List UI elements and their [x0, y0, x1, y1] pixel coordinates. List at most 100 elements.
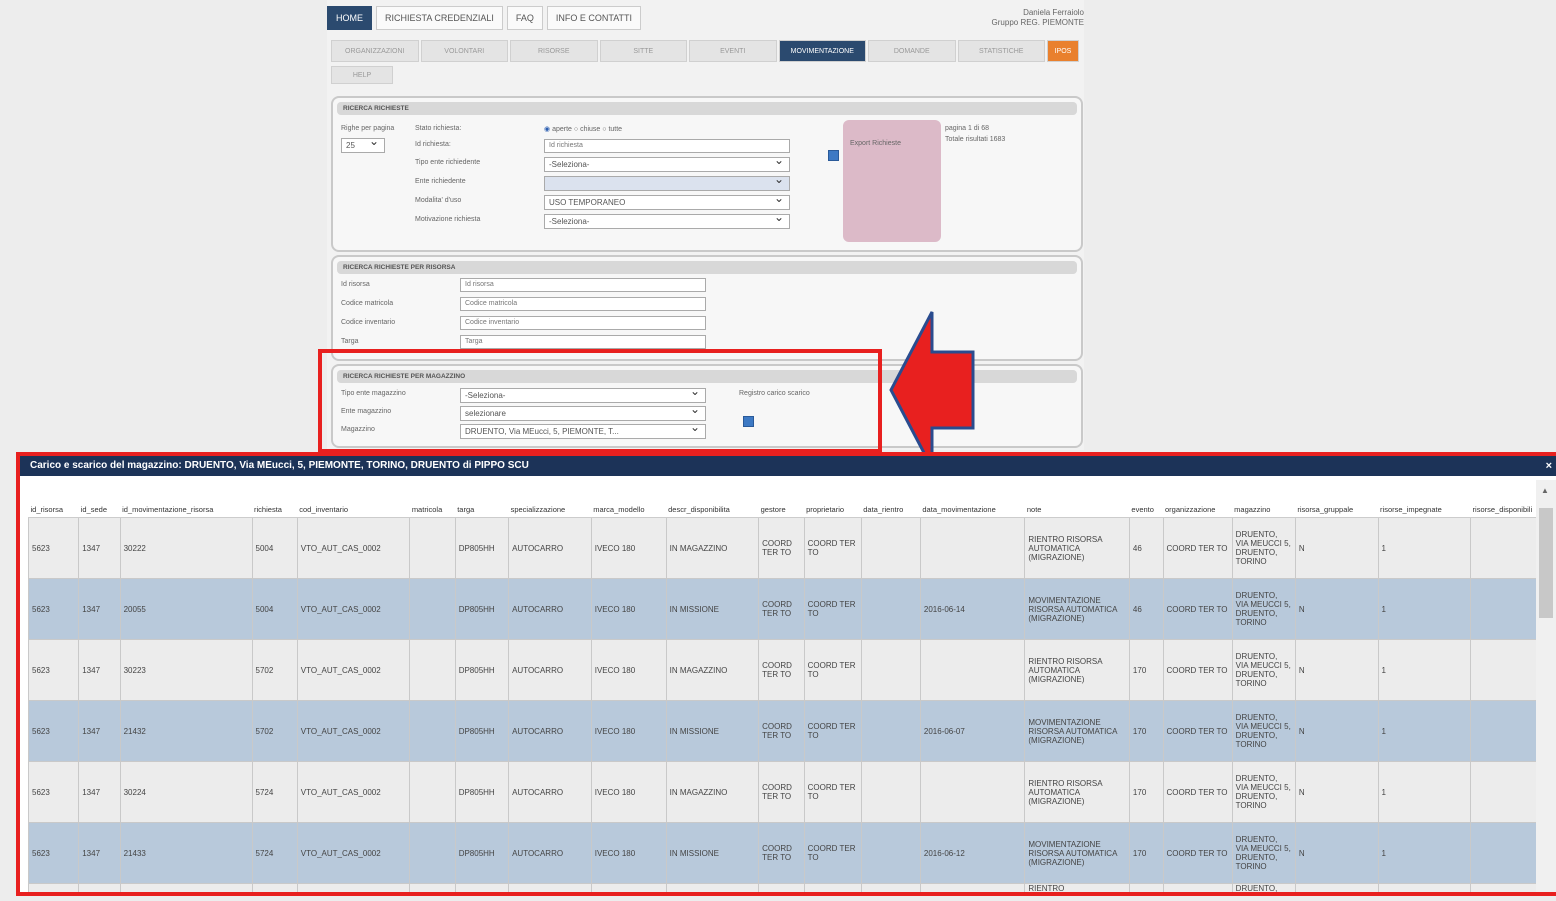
- tab-richiesta-credenziali[interactable]: RICHIESTA CREDENZIALI: [376, 6, 503, 30]
- table-cell: IN MISSIONE: [665, 700, 760, 762]
- table-cell: IVECO 180: [590, 578, 667, 640]
- table-cell: [119, 883, 253, 892]
- table-cell: [590, 883, 667, 892]
- pagina-info: pagina 1 di 68: [945, 125, 989, 132]
- table-row[interactable]: RIENTRO DRUENTO,: [27, 883, 1556, 892]
- table-cell: N: [1294, 639, 1379, 701]
- table-cell: MOVIMENTAZIONE RISORSA AUTOMATICA (MIGRA…: [1024, 700, 1130, 762]
- radio-tutte-icon[interactable]: ○: [602, 126, 606, 133]
- righe-select[interactable]: 25: [341, 135, 385, 153]
- table-cell: VTO_AUT_CAS_0002: [296, 578, 411, 640]
- table-cell: 2016-06-14: [919, 578, 1026, 640]
- export-button[interactable]: Export Richieste: [850, 140, 901, 147]
- subnav-eventi[interactable]: EVENTI: [689, 40, 777, 62]
- table-cell: VTO_AUT_CAS_0002: [296, 761, 411, 823]
- table-cell: IVECO 180: [590, 700, 667, 762]
- subnav-domande[interactable]: DOMANDE: [868, 40, 956, 62]
- table-row[interactable]: 5623 1347 30223 5702 VTO_AUT_CAS_0002 DP805HH…: [27, 639, 1556, 701]
- modalita-label: Modalita' d'uso: [415, 197, 462, 204]
- table-cell: COORD TER TO: [803, 822, 862, 884]
- table-cell: 21433: [119, 822, 253, 884]
- tipo-ente-select[interactable]: -Seleziona-: [544, 154, 790, 172]
- scrollbar-thumb[interactable]: [1539, 508, 1553, 618]
- ente-richiedente-label: Ente richiedente: [415, 178, 466, 185]
- table-cell: [508, 883, 592, 892]
- table-cell: DP805HH: [454, 822, 510, 884]
- tab-info-contatti[interactable]: INFO E CONTATTI: [546, 6, 642, 30]
- table-cell: [454, 883, 510, 892]
- table-row[interactable]: 5623 1347 20055 5004 VTO_AUT_CAS_0002 DP805HH…: [27, 578, 1556, 640]
- table-cell: COORD TER TO: [803, 517, 862, 579]
- radio-aperte-icon[interactable]: ◉: [544, 126, 550, 133]
- table-row[interactable]: 5623 1347 30224 5724 VTO_AUT_CAS_0002 DP805HH…: [27, 761, 1556, 823]
- subnav-risorse[interactable]: RISORSE: [510, 40, 598, 62]
- table-cell: COORD TER TO: [1162, 517, 1233, 579]
- table-cell: 5724: [251, 761, 298, 823]
- subnav-movimentazione[interactable]: MOVIMENTAZIONE: [778, 40, 866, 62]
- table-cell: 2016-06-07: [919, 700, 1026, 762]
- id-risorsa-input[interactable]: Id risorsa: [460, 278, 706, 292]
- modalita-select[interactable]: USO TEMPORANEO: [544, 192, 790, 210]
- radio-tutte-label: tutte: [608, 126, 623, 133]
- table-cell: COORD TER TO: [1162, 761, 1233, 823]
- motivazione-select[interactable]: -Seleziona-: [544, 211, 790, 229]
- subnav-sitte[interactable]: SITTE: [599, 40, 687, 62]
- table-cell: [251, 883, 298, 892]
- ente-richiedente-select[interactable]: [544, 173, 790, 191]
- table-cell: 170: [1128, 761, 1164, 823]
- table-row[interactable]: 5623 1347 21433 5724 VTO_AUT_CAS_0002 DP805HH…: [27, 822, 1556, 884]
- column-header-gestore: gestore: [758, 504, 805, 518]
- table-cell: MOVIMENTAZIONE RISORSA AUTOMATICA (MIGRA…: [1024, 822, 1130, 884]
- table-cell: [758, 883, 805, 892]
- table-cell: 21432: [119, 700, 253, 762]
- table-cell: DP805HH: [454, 639, 510, 701]
- help-button[interactable]: HELP: [331, 66, 393, 84]
- radio-chiuse-icon[interactable]: ○: [574, 126, 578, 133]
- table-cell: DRUENTO, VIA MEUCCI 5, DRUENTO, TORINO: [1231, 822, 1296, 884]
- subnav-statistiche[interactable]: STATISTICHE: [957, 40, 1045, 62]
- table-cell: COORD TER TO: [758, 639, 805, 701]
- targa-input[interactable]: Targa: [460, 335, 706, 349]
- search-icon[interactable]: [828, 150, 839, 161]
- table-cell: 1347: [78, 578, 121, 640]
- movimentazione-table: id_risorsa id_sede id_movimentazione_risor…: [27, 504, 1556, 892]
- table-cell: IN MAGAZZINO: [665, 761, 760, 823]
- table-cell: COORD TER TO: [803, 578, 862, 640]
- scroll-up-icon[interactable]: ▲: [1541, 486, 1549, 495]
- table-cell: 1: [1377, 639, 1472, 701]
- table-row[interactable]: 5623 1347 30222 5004 VTO_AUT_CAS_0002 DP805HH…: [27, 517, 1556, 579]
- table-cell: [409, 700, 456, 762]
- table-cell: 5623: [27, 639, 80, 701]
- column-header-data-rientro: data_rientro: [861, 504, 921, 518]
- table-cell: [919, 639, 1026, 701]
- table-cell: [1294, 883, 1379, 892]
- export-area: [843, 120, 941, 242]
- table-cell: [919, 517, 1026, 579]
- stato-radio-group: ◉ aperte ○ chiuse ○ tutte: [544, 125, 622, 133]
- table-cell: RIENTRO RISORSA AUTOMATICA (MIGRAZIONE): [1024, 639, 1130, 701]
- id-richiesta-input[interactable]: Id richiesta: [544, 139, 790, 153]
- table-cell: 46: [1128, 517, 1164, 579]
- table-cell: N: [1294, 761, 1379, 823]
- table-row[interactable]: 5623 1347 21432 5702 VTO_AUT_CAS_0002 DP805HH…: [27, 700, 1556, 762]
- table-cell: 1347: [78, 700, 121, 762]
- subnav-organizzazioni[interactable]: ORGANIZZAZIONI: [331, 40, 419, 62]
- scrollbar[interactable]: ▲: [1536, 480, 1556, 892]
- table-cell: [296, 883, 411, 892]
- tab-faq[interactable]: FAQ: [506, 6, 543, 30]
- codice-matricola-input[interactable]: Codice matricola: [460, 297, 706, 311]
- column-header-targa: targa: [455, 504, 509, 518]
- codice-inventario-input[interactable]: Codice inventario: [460, 316, 706, 330]
- subnav-volontari[interactable]: VOLONTARI: [420, 40, 508, 62]
- subnav-ipos[interactable]: IPOS: [1047, 40, 1079, 62]
- close-icon[interactable]: ×: [1546, 456, 1552, 476]
- table-cell: COORD TER TO: [1162, 578, 1233, 640]
- column-header-evento: evento: [1129, 504, 1164, 518]
- table-cell: VTO_AUT_CAS_0002: [296, 639, 411, 701]
- table-cell: AUTOCARRO: [508, 639, 592, 701]
- column-header-id-sede: id_sede: [78, 504, 121, 518]
- table-cell: [409, 761, 456, 823]
- table-cell: DRUENTO, VIA MEUCCI 5, DRUENTO, TORINO: [1231, 700, 1296, 762]
- column-header-data-movimentazione: data_movimentazione: [920, 504, 1025, 518]
- tab-home[interactable]: HOME: [327, 6, 372, 30]
